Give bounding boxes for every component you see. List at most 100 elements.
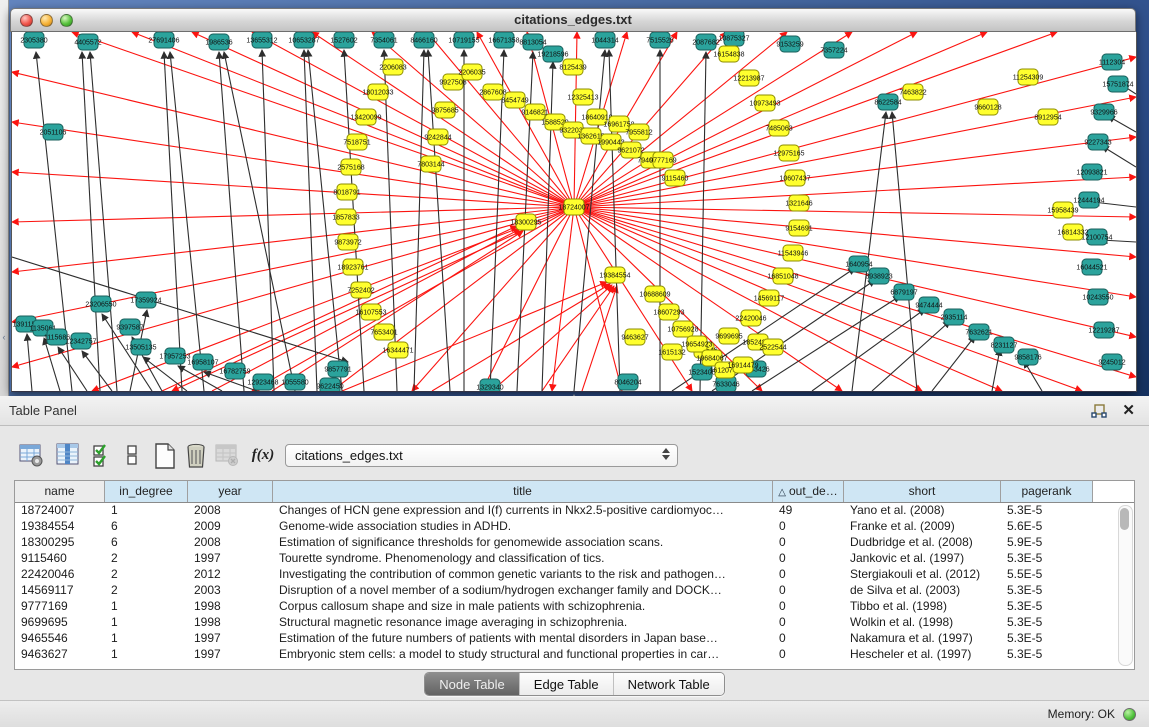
graph-node[interactable]: 9660128 [974, 99, 1001, 115]
graph-node[interactable]: 9474444 [915, 297, 942, 313]
graph-node[interactable]: 10688609 [639, 286, 670, 302]
graph-node[interactable]: 9622450 [316, 378, 343, 391]
tab-edge-table[interactable]: Edge Table [520, 673, 614, 695]
graph-node[interactable]: 9329966 [1090, 104, 1117, 120]
graph-node[interactable]: 1055580 [281, 374, 308, 390]
graph-node[interactable]: 9463627 [621, 329, 648, 345]
graph-node[interactable]: 13505135 [125, 339, 156, 355]
tab-node-table[interactable]: Node Table [425, 673, 520, 695]
vertical-scrollbar[interactable] [1118, 505, 1133, 666]
graph-node[interactable]: 11543946 [778, 245, 809, 261]
table-row[interactable]: 1456911722003Disruption of a novel membe… [15, 582, 1119, 598]
graph-node[interactable]: 8454749 [501, 92, 528, 108]
graph-node[interactable]: 12325413 [567, 89, 598, 105]
graph-node[interactable]: 9227343 [1084, 134, 1111, 150]
graph-node[interactable]: 9245012 [1098, 354, 1125, 370]
graph-node[interactable]: 8466160 [410, 32, 437, 48]
graph-node[interactable]: 13655312 [246, 32, 277, 48]
graph-node[interactable]: 16154838 [713, 46, 744, 62]
graph-node[interactable]: 8018791 [333, 184, 360, 200]
graph-node[interactable]: 16344471 [382, 342, 413, 358]
table-row[interactable]: 1872400712008Changes of HCN gene express… [15, 502, 1119, 518]
table-row[interactable]: 946362711997Embryonic stem cells: a mode… [15, 646, 1119, 662]
graph-node[interactable]: 2051106 [40, 124, 67, 140]
node-table[interactable]: namein_degreeyeartitle△out_de…shortpager… [14, 480, 1135, 670]
graph-node[interactable]: 2087682 [692, 34, 719, 50]
graph-node[interactable]: 8231127 [991, 337, 1018, 353]
panel-collapse-handle[interactable]: ‹ [0, 330, 8, 344]
select-all-icon[interactable] [89, 440, 119, 470]
graph-node[interactable]: 12219287 [1088, 322, 1119, 338]
graph-node[interactable]: 7357224 [820, 42, 847, 58]
graph-node[interactable]: 7653401 [370, 324, 397, 340]
table-row[interactable]: 1830029562008Estimation of significance … [15, 534, 1119, 550]
graph-node[interactable]: 12093821 [1076, 164, 1107, 180]
function-builder-icon[interactable]: f(x) [246, 440, 280, 470]
table-row[interactable]: 1938455462009Genome-wide association stu… [15, 518, 1119, 534]
graph-node[interactable]: 10875327 [718, 32, 749, 46]
column-header-title[interactable]: title [273, 481, 773, 502]
graph-node[interactable]: 9242844 [424, 129, 451, 145]
graph-node[interactable]: 1044314 [591, 32, 618, 48]
table-row[interactable]: 946554611997Estimation of the future num… [15, 630, 1119, 646]
graph-node[interactable]: 2935114 [941, 309, 968, 325]
close-panel-icon[interactable]: ✕ [1122, 400, 1135, 422]
graph-node[interactable]: 7252402 [347, 282, 374, 298]
graph-node[interactable]: 7463822 [899, 84, 926, 100]
graph-node[interactable]: 1640954 [845, 256, 872, 272]
table-row[interactable]: 977716911998Corpus callosum shape and si… [15, 598, 1119, 614]
graph-node[interactable]: 1857833 [332, 209, 359, 225]
graph-node[interactable]: 7518751 [343, 134, 370, 150]
graph-node[interactable]: 1112304 [1099, 54, 1125, 70]
graph-node[interactable]: 9115460 [662, 170, 689, 186]
zoom-window-button[interactable] [60, 14, 73, 27]
graph-node[interactable]: 9873972 [334, 234, 361, 250]
graph-node[interactable]: 9777169 [649, 152, 676, 168]
graph-node[interactable]: 9857791 [324, 361, 351, 377]
graph-node[interactable]: 16958107 [187, 354, 218, 370]
graph-node[interactable]: 7632621 [965, 324, 992, 340]
close-window-button[interactable] [20, 14, 33, 27]
graph-node[interactable]: 13420099 [350, 109, 381, 125]
graph-node[interactable]: 1986536 [205, 34, 232, 50]
scrollbar-thumb[interactable] [1120, 508, 1129, 530]
tab-network-table[interactable]: Network Table [614, 673, 724, 695]
graph-node[interactable]: 2305380 [20, 32, 47, 48]
network-window-titlebar[interactable]: citations_edges.txt [10, 8, 1136, 32]
minimize-window-button[interactable] [40, 14, 53, 27]
table-selector[interactable]: citations_edges.txt [285, 444, 678, 467]
float-window-icon[interactable] [1091, 403, 1107, 419]
graph-node[interactable]: 8813054 [519, 34, 546, 50]
graph-node[interactable]: 9858176 [1014, 349, 1041, 365]
column-header-name[interactable]: name [15, 481, 105, 502]
graph-node[interactable]: 10607437 [779, 170, 810, 186]
graph-node[interactable]: 14569117 [754, 290, 785, 306]
network-window[interactable]: citations_edges.txt 23053804405572276914… [10, 8, 1136, 392]
graph-node[interactable]: 8938923 [865, 268, 892, 284]
column-header-short[interactable]: short [844, 481, 1001, 502]
graph-node[interactable]: 18012033 [362, 84, 393, 100]
graph-node[interactable]: 9699695 [715, 328, 742, 344]
delete-table-icon[interactable] [212, 440, 242, 470]
graph-node[interactable]: 17359924 [130, 292, 161, 308]
graph-node[interactable]: 4405572 [74, 34, 101, 50]
table-row[interactable]: 969969511998Structural magnetic resonanc… [15, 614, 1119, 630]
graph-node[interactable]: 9153259 [776, 36, 803, 52]
column-header-out_de[interactable]: △out_de… [773, 481, 844, 502]
graph-node[interactable]: 7485063 [765, 120, 792, 136]
graph-node[interactable]: 7955812 [625, 124, 652, 140]
graph-node[interactable]: 10243550 [1082, 289, 1113, 305]
table-row[interactable]: 911546021997Tourette syndrome. Phenomeno… [15, 550, 1119, 566]
graph-node[interactable]: 7803144 [417, 156, 444, 172]
graph-node[interactable]: 10756928 [667, 321, 698, 337]
graph-node[interactable]: 16851048 [767, 268, 798, 284]
table-settings-icon[interactable] [16, 440, 46, 470]
graph-node[interactable]: 16044521 [1076, 259, 1107, 275]
graph-node[interactable]: 8046204 [614, 374, 641, 390]
graph-node[interactable]: 1321646 [785, 195, 812, 211]
graph-node[interactable]: 6879197 [890, 284, 917, 300]
graph-node[interactable]: 22420046 [735, 310, 766, 326]
network-canvas[interactable]: 2305380440557227691406198653613655312106… [11, 32, 1137, 392]
graph-node[interactable]: 2206035 [458, 64, 485, 80]
graph-node[interactable]: 12975165 [773, 145, 804, 161]
